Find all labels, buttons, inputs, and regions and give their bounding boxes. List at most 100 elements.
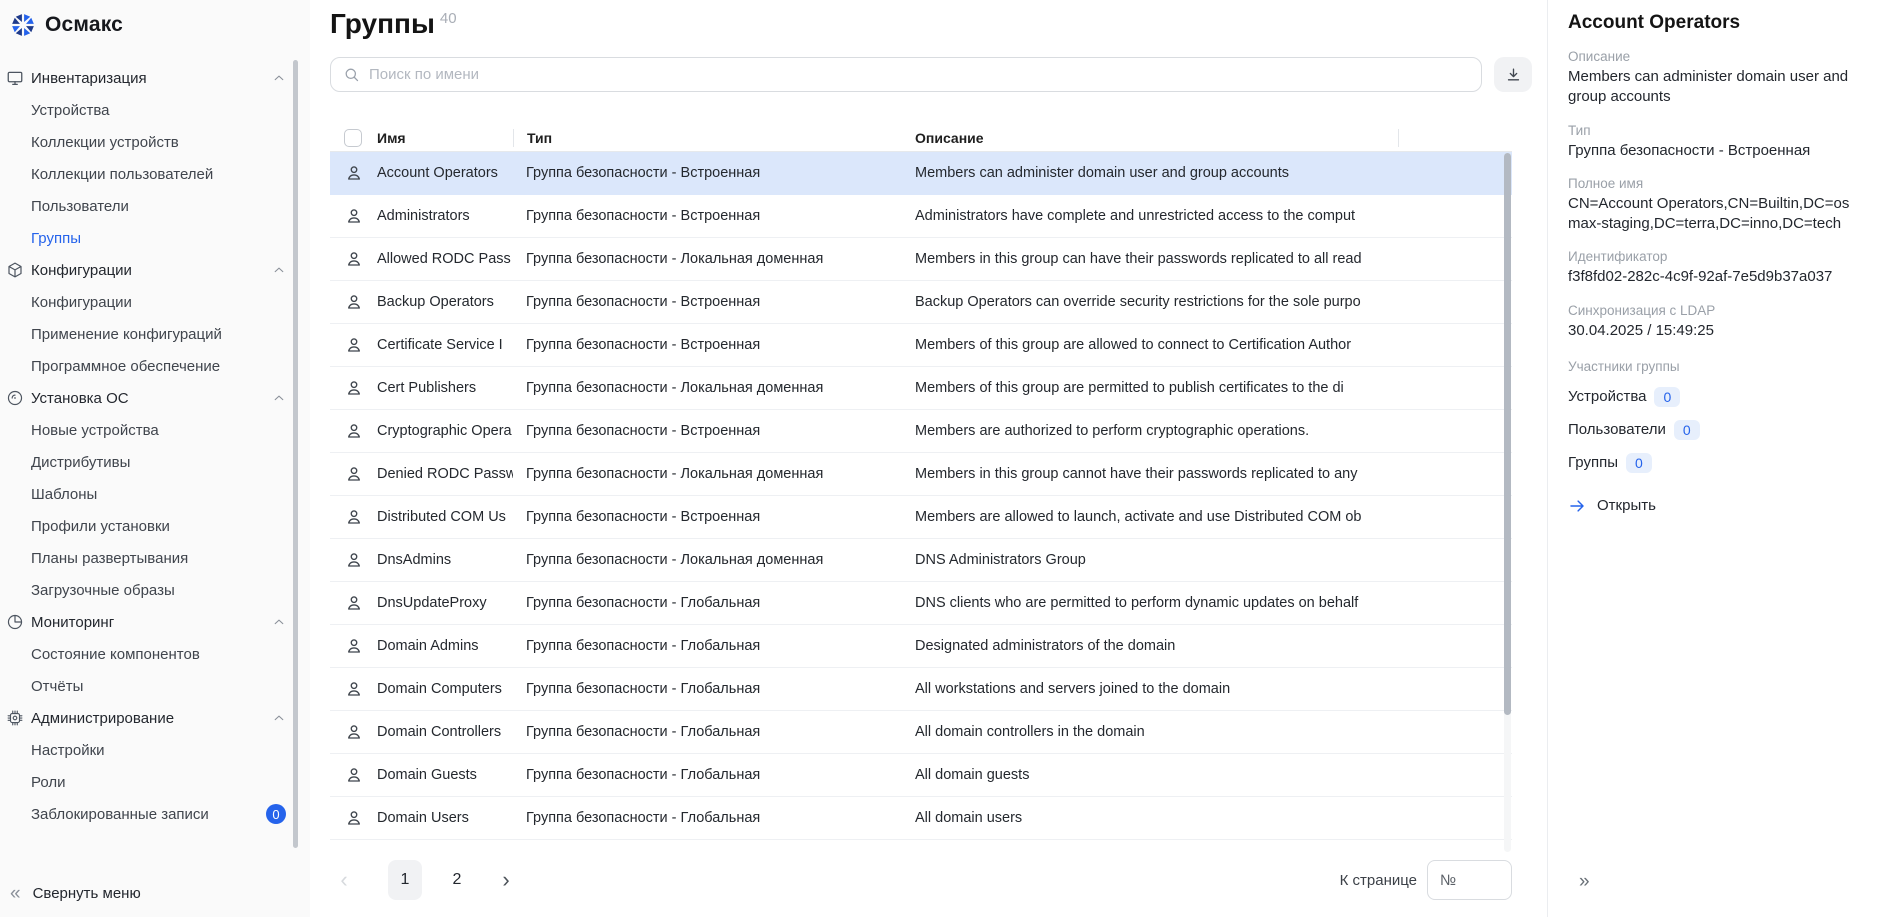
group-description-cell: Members can administer domain user and g… — [902, 165, 1398, 181]
sidebar-item-label: Пользователи — [31, 198, 286, 215]
sidebar-section-0[interactable]: Инвентаризация — [0, 62, 300, 94]
details-field-label: Полное имя — [1568, 176, 1858, 191]
table-scrollbar[interactable] — [1504, 153, 1511, 715]
sidebar-item[interactable]: Отчёты — [0, 670, 300, 702]
sidebar-section-4[interactable]: Администрирование — [0, 702, 300, 734]
sidebar-item[interactable]: Новые устройства — [0, 414, 300, 446]
details-field-value: Группа безопасности - Встроенная — [1568, 141, 1858, 161]
goto-page-label: К странице — [1340, 872, 1417, 889]
sidebar-scrollbar[interactable] — [293, 60, 298, 848]
sidebar-item[interactable]: Конфигурации — [0, 286, 300, 318]
group-description-cell: Backup Operators can override security r… — [902, 294, 1398, 310]
group-type-cell: Группа безопасности - Глобальная — [513, 810, 902, 826]
sidebar-item-label: Отчёты — [31, 678, 286, 695]
table-row[interactable]: Domain AdminsГруппа безопасности - Глоба… — [330, 625, 1512, 668]
sidebar-item-label: Программное обеспечение — [31, 358, 286, 375]
user-icon — [330, 249, 377, 269]
table-row[interactable]: Domain GuestsГруппа безопасности - Глоба… — [330, 754, 1512, 797]
sidebar-section-1[interactable]: Конфигурации — [0, 254, 300, 286]
sidebar-item-label: Профили установки — [31, 518, 286, 535]
table-row[interactable]: Cryptographic OperaГруппа безопасности -… — [330, 410, 1512, 453]
sidebar-item[interactable]: Состояние компонентов — [0, 638, 300, 670]
group-name-cell: Account Operators — [377, 165, 513, 181]
user-icon — [330, 593, 377, 613]
blocked-count-badge: 0 — [266, 804, 286, 824]
table-row[interactable]: AdministratorsГруппа безопасности - Встр… — [330, 195, 1512, 238]
app-root: Осмакс Инвентаризация Устройства Коллекции… — [0, 0, 1878, 917]
collapse-menu-button[interactable]: « Свернуть меню — [10, 884, 141, 903]
group-type-cell: Группа безопасности - Локальная доменная — [513, 466, 902, 482]
sidebar-item[interactable]: Профили установки — [0, 510, 300, 542]
collapse-panel-button[interactable]: » — [1579, 872, 1590, 891]
table-row[interactable]: Domain UsersГруппа безопасности - Глобал… — [330, 797, 1512, 840]
table-row[interactable]: Cert PublishersГруппа безопасности - Лок… — [330, 367, 1512, 410]
table-row[interactable]: Backup OperatorsГруппа безопасности - Вс… — [330, 281, 1512, 324]
sidebar-item[interactable]: Заблокированные записи0 — [0, 798, 300, 830]
sidebar-item[interactable]: Группы — [0, 222, 300, 254]
goto-page-input[interactable] — [1427, 860, 1512, 900]
table-row[interactable]: Allowed RODC PassГруппа безопасности - Л… — [330, 238, 1512, 281]
table-row[interactable]: DnsAdminsГруппа безопасности - Локальная… — [330, 539, 1512, 582]
member-type-label: Группы — [1568, 454, 1618, 471]
sidebar-item[interactable]: Программное обеспечение — [0, 350, 300, 382]
sidebar-item[interactable]: Устройства — [0, 94, 300, 126]
search-input[interactable] — [369, 66, 1469, 83]
open-group-button[interactable]: Открыть — [1568, 497, 1858, 515]
table-row[interactable]: Domain ControllersГруппа безопасности - … — [330, 711, 1512, 754]
sidebar-item[interactable]: Коллекции устройств — [0, 126, 300, 158]
table-header-row: Имя Тип Описание — [330, 125, 1512, 152]
member-count-badge: 0 — [1674, 420, 1700, 440]
group-description-cell: Administrators have complete and unrestr… — [902, 208, 1398, 224]
details-field: Полное имяCN=Account Operators,CN=Builti… — [1568, 176, 1858, 235]
sidebar-item-label: Устройства — [31, 102, 286, 119]
sidebar-item[interactable]: Применение конфигураций — [0, 318, 300, 350]
group-name-cell: Certificate Service I — [377, 337, 513, 353]
table-row[interactable]: Denied RODC PasswГруппа безопасности - Л… — [330, 453, 1512, 496]
sidebar-item[interactable]: Дистрибутивы — [0, 446, 300, 478]
export-button[interactable] — [1494, 57, 1532, 92]
table-row[interactable]: Account OperatorsГруппа безопасности - В… — [330, 152, 1512, 195]
table-row[interactable]: Certificate Service IГруппа безопасности… — [330, 324, 1512, 367]
details-title: Account Operators — [1568, 12, 1858, 34]
sidebar-item[interactable]: Пользователи — [0, 190, 300, 222]
group-name-cell: DnsUpdateProxy — [377, 595, 513, 611]
groups-count: 40 — [440, 10, 457, 27]
group-type-cell: Группа безопасности - Встроенная — [513, 165, 902, 181]
table-row[interactable]: Domain ComputersГруппа безопасности - Гл… — [330, 668, 1512, 711]
brand-name: Осмакс — [45, 13, 123, 37]
details-field: ТипГруппа безопасности - Встроенная — [1568, 123, 1858, 161]
group-name-cell: Domain Controllers — [377, 724, 513, 740]
sidebar: Осмакс Инвентаризация Устройства Коллекции… — [0, 0, 310, 917]
user-icon — [330, 378, 377, 398]
table-row[interactable]: Enterprise AdminsГруппа безопасности - У… — [330, 840, 1512, 853]
sidebar-item[interactable]: Настройки — [0, 734, 300, 766]
page-button-2[interactable]: 2 — [440, 860, 474, 900]
package-icon — [6, 261, 24, 279]
table-row[interactable]: Distributed COM UsГруппа безопасности - … — [330, 496, 1512, 539]
next-page-button[interactable]: › — [492, 860, 520, 900]
page-button-1[interactable]: 1 — [388, 860, 422, 900]
table-row[interactable]: DnsUpdateProxyГруппа безопасности - Глоб… — [330, 582, 1512, 625]
sidebar-item[interactable]: Планы развертывания — [0, 542, 300, 574]
sidebar-item[interactable]: Коллекции пользователей — [0, 158, 300, 190]
sidebar-section-2[interactable]: Установка ОС — [0, 382, 300, 414]
sidebar-item-label: Загрузочные образы — [31, 582, 286, 599]
group-name-cell: Distributed COM Us — [377, 509, 513, 525]
details-field-value: f3f8fd02-282c-4c9f-92af-7e5d9b37a037 — [1568, 267, 1858, 287]
sidebar-section-3[interactable]: Мониторинг — [0, 606, 300, 638]
details-panel: Account Operators ОписаниеMembers can ad… — [1547, 0, 1878, 917]
search-box — [330, 57, 1482, 92]
sidebar-item[interactable]: Роли — [0, 766, 300, 798]
user-icon — [330, 292, 377, 312]
groups-table: Имя Тип Описание Account OperatorsГруппа… — [330, 125, 1512, 853]
sidebar-item[interactable]: Загрузочные образы — [0, 574, 300, 606]
collapse-menu-icon: « — [10, 884, 21, 903]
user-icon — [330, 550, 377, 570]
member-count-badge: 0 — [1626, 453, 1652, 473]
group-name-cell: Administrators — [377, 208, 513, 224]
sidebar-item[interactable]: Шаблоны — [0, 478, 300, 510]
group-type-cell: Группа безопасности - Локальная доменная — [513, 251, 902, 267]
prev-page-button[interactable]: ‹ — [330, 860, 358, 900]
disc-icon — [6, 389, 24, 407]
select-all-checkbox[interactable] — [344, 129, 362, 147]
